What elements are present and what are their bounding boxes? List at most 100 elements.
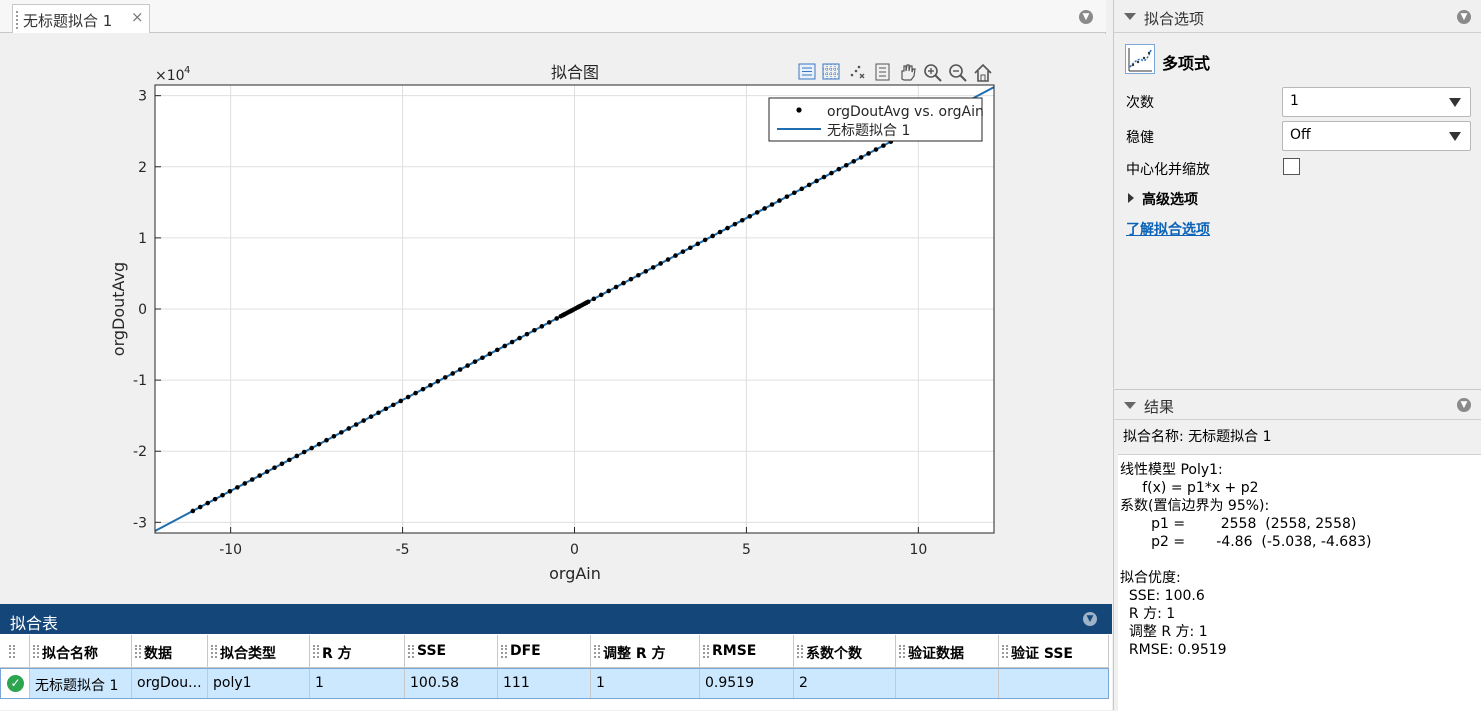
check-icon: ✓ [7,675,24,692]
x-tick-label: -5 [396,542,410,558]
column-header-r-square[interactable]: R 方 [310,635,405,668]
robust-select[interactable]: Off [1282,121,1471,151]
column-header-validation-data[interactable]: 验证数据 [896,635,999,668]
column-header-sse[interactable]: SSE [405,635,498,668]
data-point [680,249,686,254]
result-line: RMSE: 0.9519 [1120,642,1227,658]
column-header-rmse[interactable]: RMSE [700,635,794,668]
data-point [279,461,285,467]
results-header: 结果 ▼ [1114,390,1481,420]
legend-toggle-icon[interactable] [798,63,816,80]
y-exponent-power: 4 [184,65,190,76]
home-icon[interactable] [974,63,992,82]
panel-menu-icon[interactable]: ▼ [1079,10,1093,24]
advanced-options-toggle[interactable]: 高级选项 [1142,189,1198,209]
data-point [658,261,663,266]
panel-menu-icon[interactable]: ▼ [1457,398,1471,412]
column-header-fit-name[interactable]: 拟合名称 [30,635,132,668]
document-tabstrip: 无标题拟合 1 × ▼ [0,0,1106,33]
table-row[interactable]: ✓ 无标题拟合 1 orgDou... poly1 1 100.58 111 1… [0,668,1109,699]
data-point [487,351,493,357]
close-icon[interactable]: × [131,8,144,26]
y-tick-label: 3 [138,89,147,105]
fit-table-title: 拟合表 [10,614,59,633]
robust-value: Off [1290,127,1311,143]
collapse-icon[interactable] [1124,402,1136,409]
y-tick-label: 1 [138,231,147,247]
data-point [235,485,240,490]
column-header-adj-r-square[interactable]: 调整 R 方 [591,635,700,668]
polynomial-model-icon [1125,44,1155,74]
data-point [442,375,448,380]
fit-table-header: 拟合表 ▼ [0,604,1112,634]
data-point [821,174,827,180]
data-point [688,245,693,251]
data-point [702,237,708,243]
results-text: 线性模型 Poly1: f(x) = p1*x + p2 系数(置信边界为 95… [1118,454,1481,711]
panel-menu-icon[interactable]: ▼ [1083,612,1097,626]
data-point [205,500,210,506]
data-point [613,284,619,290]
collapse-icon[interactable] [1124,13,1136,20]
zoom-out-icon[interactable] [949,64,967,82]
learn-fit-options-link[interactable]: 了解拟合选项 [1126,219,1210,239]
data-point [428,382,433,388]
data-point [435,379,441,384]
data-point [532,327,537,333]
column-header-data[interactable]: 数据 [132,635,208,668]
legend[interactable]: orgDoutAvg vs. orgAin 无标题拟合 1 [768,97,984,142]
legend-item-fit: 无标题拟合 1 [827,123,910,139]
zoom-in-icon[interactable] [924,64,942,82]
data-point [843,162,849,168]
x-axis-label: orgAin [549,564,601,583]
degree-select[interactable]: 1 [1282,87,1471,117]
panel-menu-icon[interactable]: ▼ [1457,10,1471,24]
tab-untitled-fit[interactable]: 无标题拟合 1 × [12,4,150,33]
tab-label: 无标题拟合 1 [23,12,113,30]
fit-document-area: 无标题拟合 1 × ▼ -10 -5 0 5 10 -3 -2 -1 0 1 2 3 拟合图 org… [0,0,1106,603]
data-point [309,445,314,451]
data-point [673,253,678,258]
result-line: f(x) = p1*x + p2 [1120,480,1259,496]
table-cell: 111 [498,669,591,698]
data-point [606,288,611,294]
results-title: 结果 [1144,398,1175,416]
center-scale-checkbox[interactable] [1283,158,1300,175]
data-point [710,233,715,239]
grid-toggle-icon[interactable] [822,63,840,80]
column-header-dfe[interactable]: DFE [498,635,591,668]
exclude-outliers-icon[interactable] [850,65,865,79]
data-point [665,257,671,262]
table-cell: 0.9519 [700,669,794,698]
data-point [316,441,322,447]
data-point [636,272,641,278]
column-header-coeff-count[interactable]: 系数个数 [794,635,896,668]
y-axis-label: orgDoutAvg [109,262,128,356]
data-point [754,210,760,215]
data-point [398,398,404,404]
data-point [405,394,411,400]
data-point [502,343,508,349]
degree-label: 次数 [1126,95,1154,111]
x-tick-label: -10 [219,542,242,558]
expand-icon[interactable] [1128,193,1134,203]
legend-dot-marker [796,107,802,113]
result-line: 线性模型 Poly1: [1120,462,1223,478]
table-cell: orgDou... [132,669,208,698]
data-point [391,402,396,408]
x-tick-labels: -10 -5 0 5 10 [219,542,927,558]
column-header-fit-type[interactable]: 拟合类型 [208,635,310,668]
data-point [331,434,337,439]
table-cell: 2 [794,669,896,698]
data-point [554,316,559,321]
column-header-validation-sse[interactable]: 验证 SSE [999,635,1109,668]
data-point [227,489,233,494]
pan-icon[interactable] [901,64,916,81]
model-type-name: 多项式 [1162,54,1211,73]
row-handle-header[interactable] [0,635,30,668]
tab-grip-icon[interactable] [16,11,22,29]
data-point [346,426,352,431]
y-tick-label: -1 [133,373,147,389]
data-point [465,363,470,368]
data-cursor-icon[interactable] [875,63,890,81]
